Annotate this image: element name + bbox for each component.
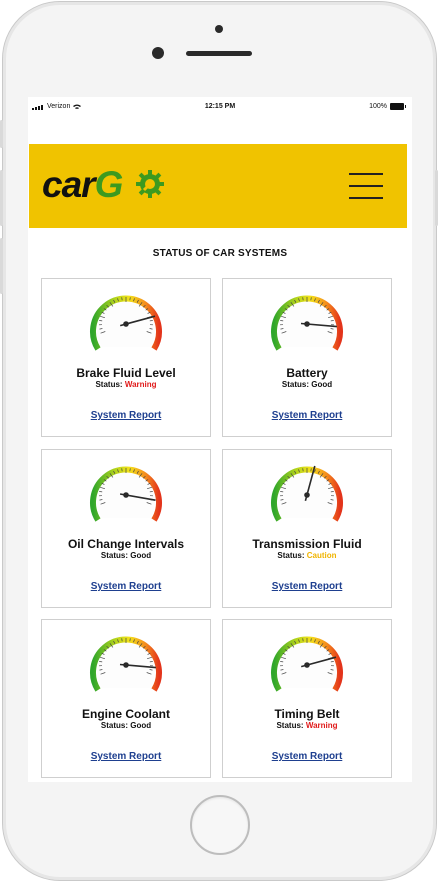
system-status: Status: Warning xyxy=(42,380,210,389)
system-status: Status: Good xyxy=(223,380,391,389)
system-report-link[interactable]: System Report xyxy=(42,581,210,592)
status-label: Status: xyxy=(277,551,305,560)
system-report-link[interactable]: System Report xyxy=(42,410,210,421)
status-label: Status: xyxy=(95,380,123,389)
volume-down-button xyxy=(0,238,3,294)
volume-up-button xyxy=(0,170,3,226)
status-label: Status: xyxy=(100,551,128,560)
system-name: Oil Change Intervals xyxy=(67,537,185,551)
battery-percent: 100% xyxy=(369,103,387,110)
sensor-dot xyxy=(215,25,223,33)
hamburger-menu-icon[interactable] xyxy=(349,173,383,199)
status-label: Status: xyxy=(276,721,304,730)
status-label: Status: xyxy=(100,721,128,730)
system-report-link[interactable]: System Report xyxy=(223,751,391,762)
system-name: Battery xyxy=(286,366,328,380)
system-card-transmission-fluid: Transmission Fluid Status: Caution System … xyxy=(222,449,392,608)
status-value: Warning xyxy=(124,380,157,389)
gauge-icon xyxy=(89,287,163,358)
gear-icon xyxy=(136,170,164,198)
gauge-icon xyxy=(270,628,344,699)
status-value: Good xyxy=(130,721,152,730)
system-name: Timing Belt xyxy=(274,707,340,721)
system-status: Status: Caution xyxy=(223,551,391,560)
status-value: Good xyxy=(311,380,333,389)
gauge-icon xyxy=(89,458,163,529)
status-label: Status: xyxy=(281,380,309,389)
status-value: Caution xyxy=(306,551,337,560)
page-title: STATUS OF CAR SYSTEMS xyxy=(152,248,288,259)
power-button xyxy=(435,170,438,226)
status-value: Warning xyxy=(305,721,338,730)
status-bar-right: 100% xyxy=(369,103,406,110)
system-card-battery: Battery Status: Good System Report xyxy=(222,278,392,437)
home-button[interactable] xyxy=(190,795,250,855)
system-card-brake-fluid-level: Brake Fluid Level Status: Warning System R… xyxy=(41,278,211,437)
system-status: Status: Warning xyxy=(223,721,391,730)
system-report-link[interactable]: System Report xyxy=(223,581,391,592)
mute-switch xyxy=(0,120,3,148)
app-logo[interactable]: carG xyxy=(42,164,123,206)
status-value: Good xyxy=(130,551,152,560)
system-status: Status: Good xyxy=(42,551,210,560)
system-report-link[interactable]: System Report xyxy=(223,410,391,421)
phone-frame: Verizon 12:15 PM 100% carG STATUS OF CAR… xyxy=(0,0,439,882)
clock: 12:15 PM xyxy=(204,103,236,110)
system-card-engine-coolant: Engine Coolant Status: Good System Report xyxy=(41,619,211,778)
gauge-icon xyxy=(89,628,163,699)
system-card-timing-belt: Timing Belt Status: Warning System Report xyxy=(222,619,392,778)
battery-icon xyxy=(390,103,406,110)
app-header: carG xyxy=(29,144,407,228)
earpiece-speaker xyxy=(186,51,252,56)
system-card-oil-change-intervals: Oil Change Intervals Status: Good System R… xyxy=(41,449,211,608)
status-bar: Verizon 12:15 PM 100% xyxy=(28,97,412,117)
front-camera xyxy=(152,47,164,59)
gauge-icon xyxy=(270,287,344,358)
gauge-icon xyxy=(270,458,344,529)
app-screen: Verizon 12:15 PM 100% carG STATUS OF CAR… xyxy=(28,97,412,782)
system-name: Engine Coolant xyxy=(82,707,170,721)
system-status: Status: Good xyxy=(42,721,210,730)
system-name: Brake Fluid Level xyxy=(76,366,176,380)
system-report-link[interactable]: System Report xyxy=(42,751,210,762)
system-name: Transmission Fluid xyxy=(252,537,362,551)
